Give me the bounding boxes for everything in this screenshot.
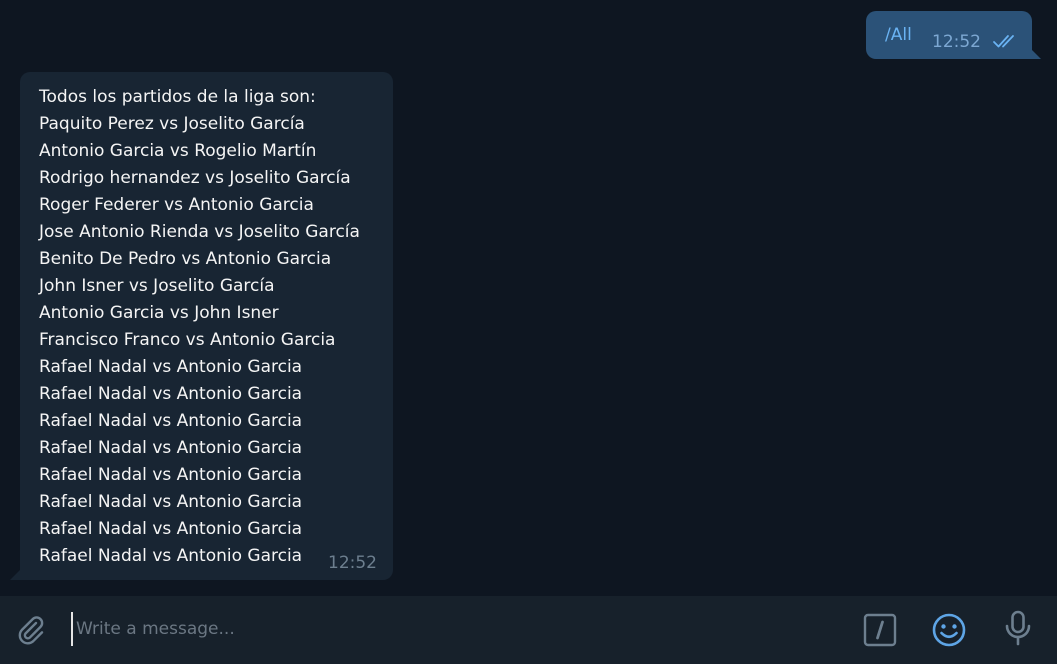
message-line: Jose Antonio Rienda vs Joselito García [39, 222, 360, 242]
message-composer [0, 596, 1057, 664]
message-input[interactable] [71, 612, 776, 646]
message-line: Todos los partidos de la liga son: [39, 87, 316, 107]
message-line: Antonio Garcia vs John Isner [39, 303, 279, 323]
message-line: Rodrigo hernandez vs Joselito García [39, 168, 351, 188]
slash-command-icon[interactable] [863, 613, 897, 647]
chat-history[interactable]: /All 12:52 Todos los partidos de la liga… [0, 0, 1057, 596]
message-line: Rafael Nadal vs Antonio Garcia [39, 492, 303, 512]
message-line: Rafael Nadal vs Antonio Garcia [39, 411, 303, 431]
bubble-tail [10, 570, 20, 580]
message-line: Rafael Nadal vs Antonio Garcia [39, 519, 303, 539]
message-line: Paquito Perez vs Joselito García [39, 114, 305, 134]
message-line: Francisco Franco vs Antonio Garcia [39, 330, 336, 350]
message-line: Antonio Garcia vs Rogelio Martín [39, 141, 317, 161]
message-line: Rafael Nadal vs Antonio Garcia [39, 546, 303, 566]
message-time: 12:52 [932, 32, 981, 52]
message-line: Rafael Nadal vs Antonio Garcia [39, 357, 303, 377]
message-line: Benito De Pedro vs Antonio Garcia [39, 249, 332, 269]
message-time: 12:52 [328, 553, 377, 573]
message-line: Rafael Nadal vs Antonio Garcia [39, 465, 303, 485]
microphone-icon[interactable] [1001, 610, 1035, 648]
incoming-message-bubble[interactable]: Todos los partidos de la liga son: Paquit… [10, 72, 393, 580]
double-check-icon [992, 33, 1020, 49]
command-link[interactable]: /All [885, 25, 912, 45]
message-line: Roger Federer vs Antonio Garcia [39, 195, 314, 215]
smiley-icon[interactable] [931, 612, 967, 648]
message-line: John Isner vs Joselito García [39, 276, 275, 296]
message-line: Rafael Nadal vs Antonio Garcia [39, 438, 303, 458]
message-line: Rafael Nadal vs Antonio Garcia [39, 384, 303, 404]
paperclip-icon[interactable] [12, 611, 48, 647]
message-text: Todos los partidos de la liga son: Paquit… [39, 84, 360, 570]
bubble-tail [1031, 49, 1041, 59]
outgoing-message-bubble[interactable]: /All 12:52 [866, 11, 1041, 59]
